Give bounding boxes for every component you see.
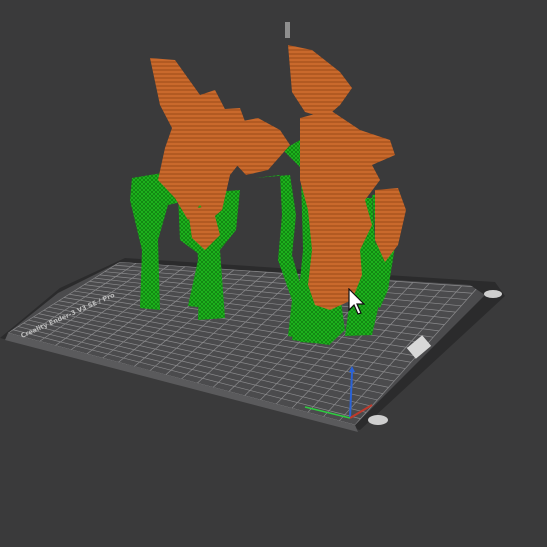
scene-canvas[interactable]: Creality Ender-3 V3 SE / Pro bbox=[0, 0, 547, 547]
nozzle-indicator bbox=[285, 22, 290, 38]
cursor-arrow-icon bbox=[348, 288, 366, 315]
3d-viewport[interactable]: Creality Ender-3 V3 SE / Pro bbox=[0, 0, 547, 547]
build-plate[interactable]: Creality Ender-3 V3 SE / Pro bbox=[0, 258, 505, 432]
